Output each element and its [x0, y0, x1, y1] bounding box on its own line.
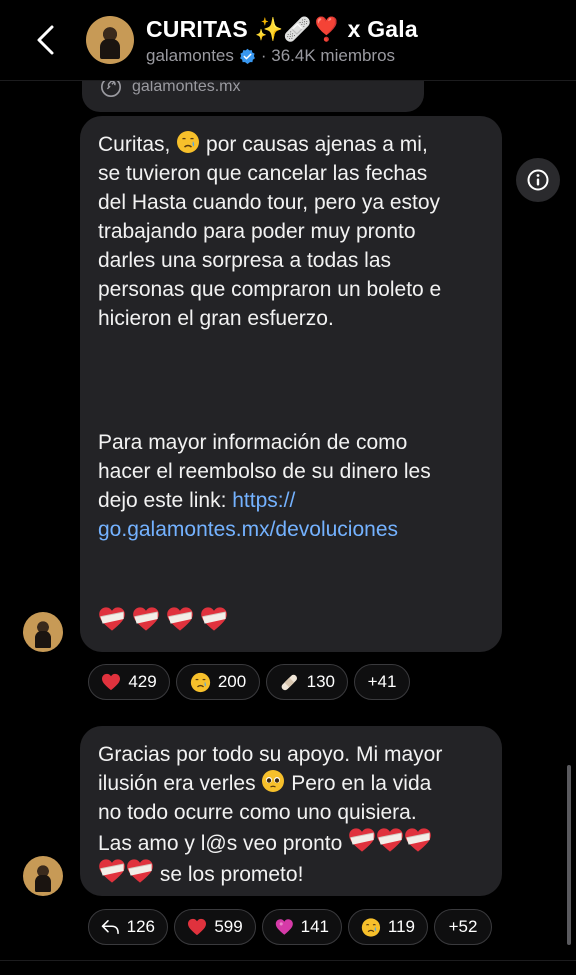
- message-text: Curitas, por causas ajenas a mi, se tuvi…: [98, 130, 488, 333]
- bandage-icon: [279, 672, 300, 693]
- reaction-count: 200: [217, 672, 247, 691]
- bandaged-heart-icon: [376, 827, 404, 853]
- reaction-chip[interactable]: 119: [348, 909, 428, 945]
- reply-count-chip[interactable]: 126: [88, 909, 168, 945]
- reaction-chip[interactable]: 130: [266, 664, 348, 700]
- reaction-count: 130: [306, 672, 335, 691]
- reaction-count: 119: [387, 917, 415, 936]
- channel-handle: galamontes: [146, 46, 234, 65]
- verified-badge-icon: [239, 48, 255, 64]
- info-button[interactable]: [516, 158, 560, 202]
- reaction-count: +52: [448, 917, 478, 936]
- bandaged-heart-icon: [166, 606, 194, 632]
- message-text: Gracias por todo su apoyo. Mi mayor ilus…: [98, 740, 488, 889]
- reactions-row: 126 599 141 119 +52: [88, 909, 492, 945]
- sender-avatar[interactable]: [23, 856, 63, 896]
- back-arrow-icon[interactable]: [30, 22, 64, 58]
- reaction-chip[interactable]: 429: [88, 664, 170, 700]
- bandaged-heart-icon: [404, 827, 432, 853]
- info-icon: [527, 169, 549, 191]
- message-text-part: por causas ajenas a mi, se tuvieron que …: [98, 133, 442, 330]
- crying-face-icon: [190, 672, 211, 693]
- more-reactions-chip[interactable]: +52: [434, 909, 492, 945]
- reaction-chip[interactable]: 141: [262, 909, 342, 945]
- reaction-count: 599: [214, 917, 243, 936]
- crying-face-icon: [361, 917, 381, 938]
- members-count: · 36.4K miembros: [260, 46, 396, 65]
- message-bubble[interactable]: Curitas, por causas ajenas a mi, se tuvi…: [80, 116, 502, 652]
- reaction-count: 126: [126, 917, 155, 936]
- reply-icon: [101, 920, 119, 934]
- reaction-count: 141: [300, 917, 329, 936]
- reaction-chip[interactable]: 599: [174, 909, 256, 945]
- reaction-count: 429: [128, 672, 157, 691]
- channel-avatar[interactable]: [86, 16, 134, 64]
- message-emoji-row: [98, 606, 228, 632]
- scrollbar[interactable]: [567, 765, 571, 945]
- message-bubble[interactable]: Gracias por todo su apoyo. Mi mayor ilus…: [80, 726, 502, 896]
- more-reactions-chip[interactable]: +41: [354, 664, 410, 700]
- divider: [0, 960, 576, 961]
- channel-header: CURITAS ✨🩹❣️ x Gala galamontes · 36.4K m…: [0, 0, 576, 81]
- reaction-count: +41: [367, 672, 397, 691]
- bandaged-heart-icon: [126, 858, 154, 884]
- bandaged-heart-icon: [98, 606, 126, 632]
- red-heart-icon: [101, 673, 121, 691]
- bandaged-heart-icon: [200, 606, 228, 632]
- reaction-chip[interactable]: 200: [176, 664, 260, 700]
- crying-face-icon: [176, 130, 200, 154]
- bandaged-heart-icon: [98, 858, 126, 884]
- red-heart-icon: [187, 918, 207, 936]
- channel-title[interactable]: CURITAS ✨🩹❣️ x Gala: [146, 16, 418, 43]
- sender-avatar[interactable]: [23, 612, 63, 652]
- message-text-part: Curitas,: [98, 133, 177, 156]
- reactions-row: 429 200 130 +41: [88, 664, 410, 700]
- bandaged-heart-icon: [132, 606, 160, 632]
- message-text-part: se los prometo!: [154, 863, 304, 886]
- pleading-face-icon: [261, 769, 285, 793]
- purple-heart-icon: [275, 918, 294, 936]
- message-text: Para mayor información de como hacer el …: [98, 428, 488, 544]
- bandaged-heart-icon: [348, 827, 376, 853]
- channel-subtitle: galamontes · 36.4K miembros: [146, 46, 395, 66]
